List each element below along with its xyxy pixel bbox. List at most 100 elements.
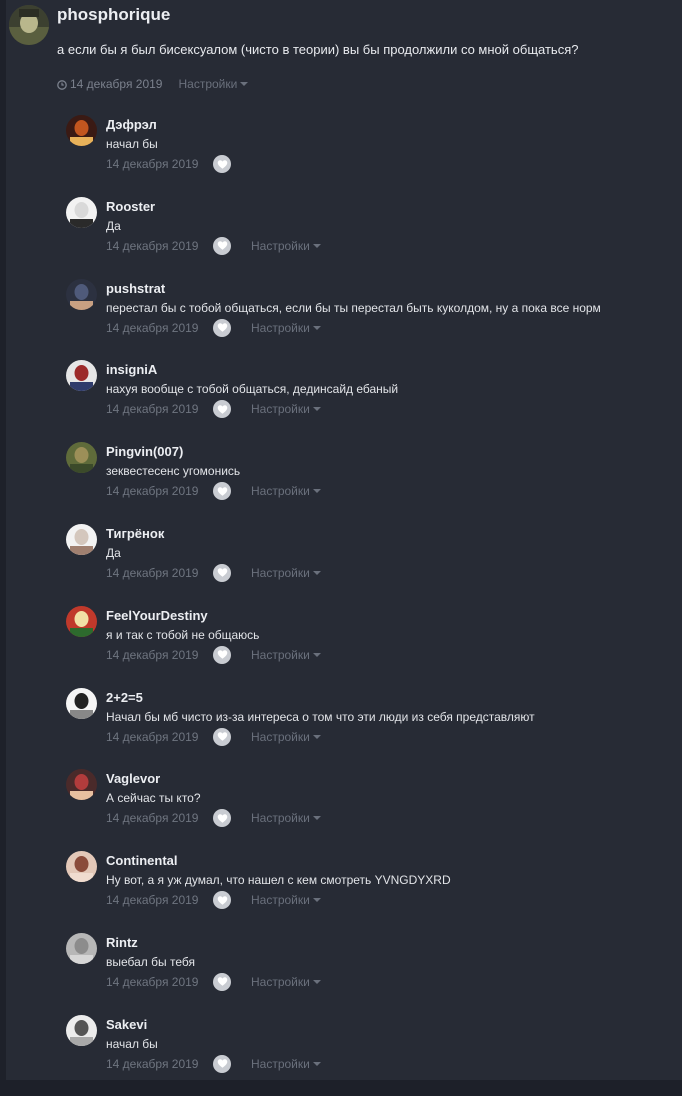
caret-down-icon [312, 816, 321, 821]
comment-date[interactable]: 14 декабря 2019 [106, 1057, 213, 1071]
post-header: phosphorique а если бы я был бисексуалом… [9, 5, 669, 105]
comment-settings-dropdown[interactable]: Настройки [251, 811, 321, 825]
heart-icon [217, 159, 227, 169]
post-date[interactable]: 14 декабря 2019 [70, 77, 162, 91]
comment-author[interactable]: FeelYourDestiny [106, 608, 208, 623]
post-author[interactable]: phosphorique [57, 5, 170, 25]
comment-author[interactable]: Sakevi [106, 1017, 147, 1032]
like-button[interactable] [213, 809, 231, 828]
comment-date[interactable]: 14 декабря 2019 [106, 484, 213, 498]
comment-settings-dropdown[interactable]: Настройки [251, 566, 321, 580]
comment-meta: 14 декабря 2019 Настройки [106, 727, 321, 746]
post-settings-dropdown[interactable]: Настройки [178, 77, 249, 91]
comment-text: я и так с тобой не общаюсь [106, 627, 260, 642]
avatar[interactable] [66, 769, 97, 801]
like-button[interactable] [213, 563, 231, 582]
comment-author[interactable]: Rooster [106, 199, 155, 214]
avatar-image [66, 523, 97, 555]
avatar[interactable] [66, 851, 97, 883]
like-button[interactable] [213, 155, 231, 173]
comment-date[interactable]: 14 декабря 2019 [106, 566, 213, 580]
avatar[interactable] [66, 115, 97, 146]
comment-settings-dropdown[interactable]: Настройки [251, 1057, 321, 1071]
comment-author[interactable]: insigniA [106, 362, 157, 377]
avatar[interactable] [9, 5, 49, 45]
avatar[interactable] [66, 442, 97, 474]
avatar-image [66, 196, 97, 228]
avatar[interactable] [66, 687, 97, 719]
comment-text: зеквестесенс угомонись [106, 464, 241, 479]
comment: insigniA нахуя вообще с тобой общаться, … [66, 359, 666, 441]
caret-down-icon [312, 243, 321, 248]
comment: Vaglevor А сейчас ты кто? 14 декабря 201… [66, 768, 666, 850]
comment-date[interactable]: 14 декабря 2019 [106, 975, 213, 989]
comment-author[interactable]: Vaglevor [106, 771, 160, 786]
settings-label: Настройки [251, 811, 310, 826]
like-button[interactable] [213, 972, 231, 991]
heart-icon [217, 977, 227, 987]
comment-date[interactable]: 14 декабря 2019 [106, 321, 213, 335]
comment-date[interactable]: 14 декабря 2019 [106, 648, 213, 662]
like-button[interactable] [213, 727, 231, 746]
avatar[interactable] [66, 932, 97, 964]
settings-label: Настройки [178, 77, 238, 91]
avatar-image [66, 278, 97, 310]
like-button[interactable] [213, 236, 231, 255]
comment-author[interactable]: Pingvin(007) [106, 444, 183, 459]
heart-icon [217, 486, 227, 496]
comment-settings-dropdown[interactable]: Настройки [251, 402, 321, 416]
comment-settings-dropdown[interactable]: Настройки [251, 975, 321, 989]
comment-settings-dropdown[interactable]: Настройки [251, 484, 321, 498]
caret-down-icon [312, 652, 321, 657]
comment-author[interactable]: Тигрёнок [106, 526, 164, 541]
settings-label: Настройки [251, 565, 310, 580]
like-button[interactable] [213, 645, 231, 664]
comment-date[interactable]: 14 декабря 2019 [106, 157, 213, 171]
comment-settings-dropdown[interactable]: Настройки [251, 893, 321, 907]
like-button[interactable] [213, 400, 231, 419]
comment-settings-dropdown[interactable]: Настройки [251, 239, 321, 253]
comment-text: перестал бы с тобой общаться, если бы ты… [106, 300, 601, 315]
avatar[interactable] [66, 605, 97, 637]
avatar[interactable] [66, 360, 97, 392]
comment: 2+2=5 Начал бы мб чисто из-за интереса о… [66, 687, 666, 769]
comment-meta: 14 декабря 2019 Настройки [106, 563, 321, 582]
comment-author[interactable]: Дэфрэл [106, 117, 157, 132]
settings-label: Настройки [251, 238, 310, 253]
comment-meta: 14 декабря 2019 Настройки [106, 482, 321, 501]
avatar[interactable] [66, 1014, 97, 1046]
comment-settings-dropdown[interactable]: Настройки [251, 648, 321, 662]
comment-text: Ну вот, а я уж думал, что нашел с кем см… [106, 873, 451, 888]
comment-author[interactable]: Rintz [106, 935, 138, 950]
like-button[interactable] [213, 891, 231, 910]
comment-settings-dropdown[interactable]: Настройки [251, 321, 321, 335]
comment-date[interactable]: 14 декабря 2019 [106, 239, 213, 253]
avatar-image [66, 769, 97, 801]
comment-settings-dropdown[interactable]: Настройки [251, 730, 321, 744]
comment: Дэфрэл начал бы 14 декабря 2019 [66, 114, 666, 196]
caret-down-icon [312, 1061, 321, 1066]
comment-meta: 14 декабря 2019 [106, 155, 262, 173]
comment-author[interactable]: pushstrat [106, 281, 165, 296]
comment-date[interactable]: 14 декабря 2019 [106, 811, 213, 825]
comment-meta: 14 декабря 2019 Настройки [106, 1054, 321, 1073]
comment-text: Да [106, 545, 121, 560]
comment-author[interactable]: 2+2=5 [106, 690, 143, 705]
heart-icon [217, 650, 227, 659]
like-button[interactable] [213, 318, 231, 337]
caret-down-icon [312, 570, 321, 575]
comment-date[interactable]: 14 декабря 2019 [106, 402, 213, 416]
like-button[interactable] [213, 482, 231, 501]
caret-down-icon [312, 734, 321, 739]
avatar[interactable] [66, 523, 97, 555]
settings-label: Настройки [251, 402, 310, 417]
like-button[interactable] [213, 1054, 231, 1073]
settings-label: Настройки [251, 893, 310, 908]
avatar[interactable] [66, 196, 97, 228]
page: phosphorique а если бы я был бисексуалом… [0, 0, 682, 1080]
comment-date[interactable]: 14 декабря 2019 [106, 730, 213, 744]
comment-author[interactable]: Continental [106, 853, 178, 868]
comment-date[interactable]: 14 декабря 2019 [106, 893, 213, 907]
avatar[interactable] [66, 278, 97, 310]
comment-text: нахуя вообще с тобой общаться, дединсайд… [106, 382, 399, 397]
